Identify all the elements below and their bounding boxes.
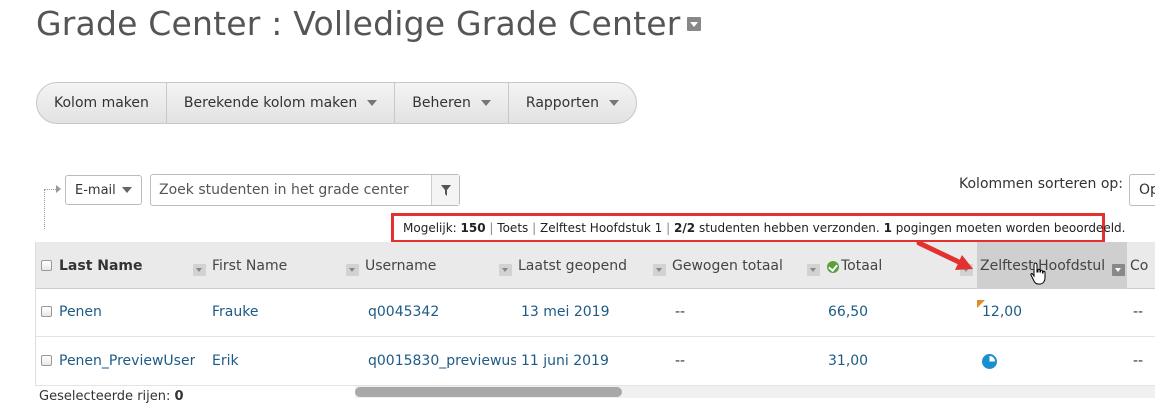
header-last-opened[interactable]: Laatst geopend [518, 258, 627, 274]
grid-header-row: Last Name First Name Username Laatst geo… [36, 242, 1155, 289]
search-input[interactable]: Zoek studenten in het grade center [151, 182, 431, 198]
chevron-down-icon [121, 187, 132, 193]
cell-last-opened: 13 mei 2019 [521, 304, 610, 320]
student-search: Zoek studenten in het grade center [150, 174, 460, 206]
header-username[interactable]: Username [365, 258, 436, 274]
create-calculated-column-label: Berekende kolom maken [183, 95, 358, 111]
select-all-checkbox[interactable] [41, 260, 52, 271]
connector-arrow-icon [56, 185, 61, 193]
scrollbar-thumb[interactable] [355, 387, 622, 397]
title-menu-icon[interactable] [686, 16, 701, 31]
column-menu-icon[interactable] [193, 264, 206, 276]
row-checkbox[interactable] [41, 306, 52, 317]
filter-button[interactable] [431, 175, 459, 205]
cell-last-name[interactable]: Penen [59, 304, 102, 320]
possible-value: 150 [460, 221, 486, 235]
cell-username[interactable]: q0045342 [368, 304, 516, 320]
reports-button[interactable]: Rapporten [509, 83, 636, 123]
column-menu-icon[interactable] [807, 264, 820, 276]
header-weighted-total[interactable]: Gewogen totaal [672, 258, 783, 274]
column-menu-icon[interactable] [346, 264, 359, 276]
action-toolbar: Kolom maken Berekende kolom maken Behere… [36, 82, 637, 124]
cell-first-name[interactable]: Frauke [212, 304, 258, 320]
search-field-select[interactable]: E-mail [65, 175, 142, 205]
cell-last-name[interactable]: Penen_PreviewUser [59, 353, 195, 369]
separator: | [489, 221, 494, 235]
annotation-arrow-icon [916, 240, 973, 270]
row-checkbox[interactable] [41, 355, 52, 366]
page-title: Grade Center : Volledige Grade Center [36, 4, 701, 43]
manage-label: Beheren [412, 95, 471, 111]
item-type: Toets [497, 221, 529, 235]
page-title-text: Grade Center : Volledige Grade Center [36, 4, 681, 43]
filter-connector [44, 189, 58, 229]
cell-co[interactable]: -- [1133, 304, 1143, 320]
column-menu-icon[interactable] [653, 264, 666, 276]
column-menu-icon[interactable] [1112, 264, 1125, 276]
search-field-value: E-mail [75, 182, 116, 198]
header-first-name[interactable]: First Name [212, 258, 287, 274]
separator: | [532, 221, 537, 235]
create-column-button[interactable]: Kolom maken [37, 83, 167, 123]
submitted-count: 2/2 [674, 221, 696, 235]
filter-icon [440, 184, 451, 196]
chevron-down-icon [367, 100, 378, 106]
column-name: Zelftest Hoofdstuk 1 [539, 221, 663, 235]
cell-zelftest[interactable]: 12,00 [982, 304, 1022, 320]
table-row: Penen Frauke q0045342 13 mei 2019 -- 66,… [36, 289, 1155, 337]
cell-total[interactable]: 31,00 [828, 353, 868, 369]
selected-rows-status: Geselecteerde rijen: 0 [39, 389, 184, 404]
cell-last-opened: 11 juni 2019 [521, 353, 609, 369]
selected-rows-count: 0 [174, 389, 184, 404]
chevron-down-icon [480, 100, 491, 106]
separator: | [666, 221, 671, 235]
column-menu-icon[interactable] [499, 264, 512, 276]
sort-columns-select[interactable]: Op [1129, 174, 1155, 206]
grade-grid: Last Name First Name Username Laatst geo… [35, 242, 1155, 386]
cell-weighted-total[interactable]: -- [675, 353, 685, 369]
attempts-count: 1 [883, 221, 892, 235]
possible-label: Mogelijk: [403, 221, 457, 235]
reports-label: Rapporten [525, 95, 599, 111]
cell-total[interactable]: 66,50 [828, 304, 868, 320]
check-icon [827, 261, 839, 273]
selected-rows-label: Geselecteerde rijen: [39, 389, 171, 404]
header-last-name[interactable]: Last Name [59, 258, 143, 274]
header-total[interactable]: Totaal [841, 258, 882, 274]
header-co[interactable]: Co [1130, 258, 1148, 274]
cell-first-name[interactable]: Erik [212, 353, 239, 369]
table-row: Penen_PreviewUser Erik q0015830_previewu… [36, 338, 1155, 386]
hand-cursor-icon [1030, 262, 1046, 285]
cell-username[interactable]: q0015830_previewuser [368, 353, 516, 369]
submitted-text: studenten hebben verzonden. [698, 221, 880, 235]
create-calculated-column-button[interactable]: Berekende kolom maken [167, 83, 396, 123]
create-column-label: Kolom maken [54, 95, 149, 111]
column-info-bar: Mogelijk: 150 | Toets | Zelftest Hoofdst… [391, 213, 1125, 243]
sort-columns-label: Kolommen sorteren op: [959, 176, 1123, 192]
manage-button[interactable]: Beheren [395, 83, 509, 123]
cell-weighted-total[interactable]: -- [675, 304, 685, 320]
attempt-in-progress-icon[interactable] [981, 353, 998, 370]
cell-co[interactable]: -- [1133, 353, 1143, 369]
chevron-down-icon [608, 100, 619, 106]
attempts-text: pogingen moeten worden beoordeeld. [895, 221, 1126, 235]
